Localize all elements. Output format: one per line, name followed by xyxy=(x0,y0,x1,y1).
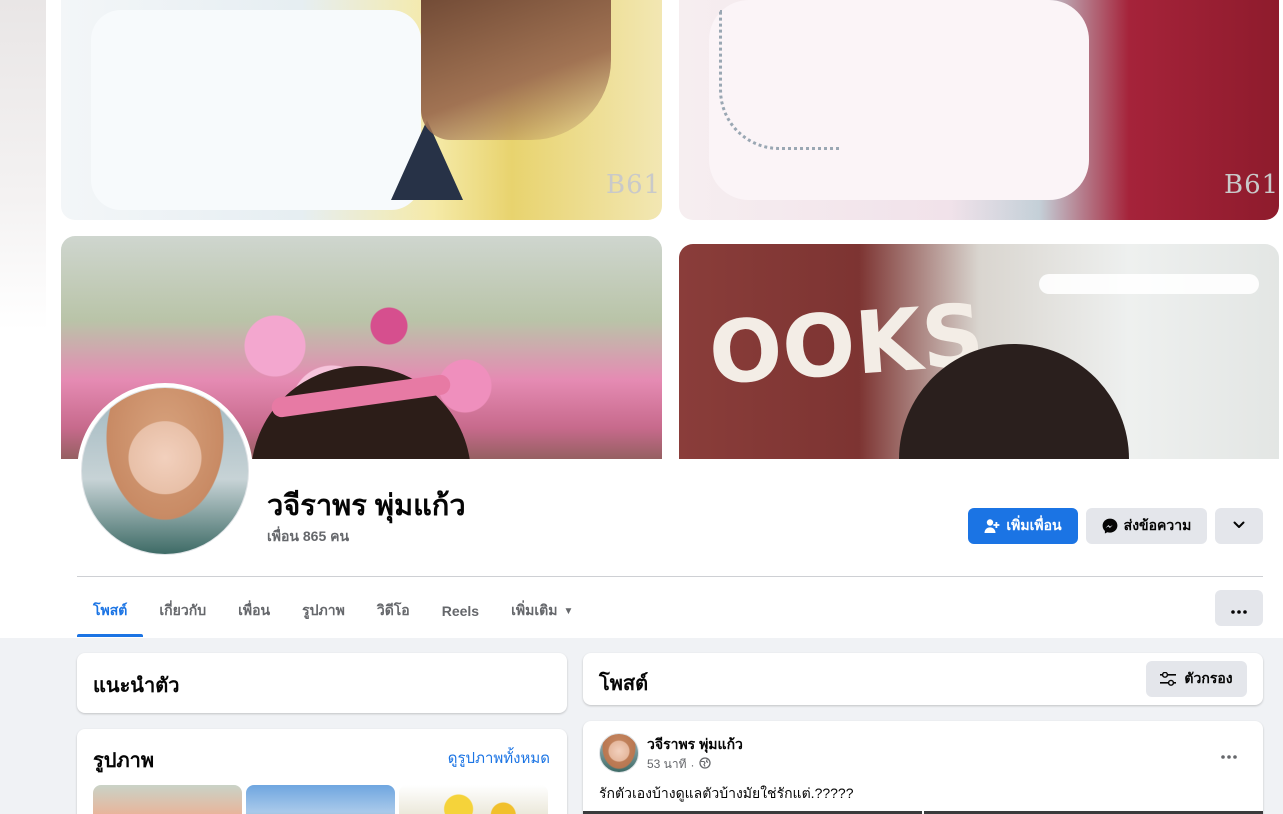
avatar-image xyxy=(81,387,249,555)
tab-about[interactable]: เกี่ยวกับ xyxy=(143,585,222,637)
message-button[interactable]: ส่งข้อความ xyxy=(1086,508,1207,544)
posts-title: โพสต์ xyxy=(599,673,649,695)
profile-options-button[interactable] xyxy=(1215,508,1263,544)
tab-videos[interactable]: วิดีโอ xyxy=(361,585,426,637)
cover-collage-photo: OOKS. xyxy=(679,244,1279,459)
watermark: B612 xyxy=(1224,170,1279,200)
photo-thumbnail[interactable] xyxy=(93,785,242,814)
caret-down-icon: ▼ xyxy=(563,605,574,617)
chevron-down-icon xyxy=(1232,518,1246,535)
add-friend-button[interactable]: เพิ่มเพื่อน xyxy=(968,508,1078,544)
necklace-shape xyxy=(719,10,839,150)
more-horizontal-icon xyxy=(1221,744,1237,763)
profile-header: B612 B612 OOKS. วจีราพร พุ่มแก้ว เพื่อน … xyxy=(0,0,1283,638)
profile-tabs: โพสต์ เกี่ยวกับ เพื่อน รูปภาพ วิดีโอ Ree… xyxy=(77,585,589,637)
tab-reels[interactable]: Reels xyxy=(426,585,495,637)
header-divider xyxy=(77,576,1263,577)
filter-label: ตัวกรอง xyxy=(1184,670,1233,686)
intro-title: แนะนำตัว xyxy=(93,675,180,697)
intro-card: แนะนำตัว xyxy=(77,653,567,713)
add-friend-label: เพิ่มเพื่อน xyxy=(1006,517,1062,533)
friend-count[interactable]: เพื่อน 865 คน xyxy=(267,526,349,548)
tab-label: เพิ่มเติม xyxy=(511,602,558,618)
photo-thumbnail[interactable] xyxy=(246,785,395,814)
watermark: B612 xyxy=(606,170,662,200)
tab-label: วิดีโอ xyxy=(376,602,410,618)
shirt-shape xyxy=(91,10,421,210)
tab-label: เพื่อน xyxy=(238,602,271,618)
tab-photos[interactable]: รูปภาพ xyxy=(286,585,361,637)
post-timestamp[interactable]: 53 นาที xyxy=(647,755,687,774)
profile-name: วจีราพร พุ่มแก้ว xyxy=(267,490,466,522)
see-all-photos-link[interactable]: ดูรูปภาพทั้งหมด xyxy=(448,746,550,770)
tab-label: เกี่ยวกับ xyxy=(159,602,207,618)
post-meta: 53 นาที · xyxy=(647,755,711,774)
more-options-button[interactable] xyxy=(1215,590,1263,626)
tab-posts[interactable]: โพสต์ xyxy=(77,585,144,637)
separator-dot: · xyxy=(690,757,695,772)
globe-icon xyxy=(698,757,711,772)
message-label: ส่งข้อความ xyxy=(1123,517,1192,533)
messenger-icon xyxy=(1102,518,1118,534)
tab-label: โพสต์ xyxy=(93,602,128,618)
post-options-button[interactable] xyxy=(1211,735,1247,771)
more-horizontal-icon xyxy=(1231,599,1247,618)
tab-friends[interactable]: เพื่อน xyxy=(222,585,286,637)
background-fade xyxy=(0,0,46,330)
filter-button[interactable]: ตัวกรอง xyxy=(1146,661,1247,697)
hair-shape xyxy=(421,0,611,140)
post-author-name[interactable]: วจีราพร พุ่มแก้ว xyxy=(647,734,743,756)
post-author-avatar[interactable] xyxy=(599,733,639,773)
ceiling-light-shape xyxy=(1039,274,1259,294)
photo-thumbnail[interactable] xyxy=(399,785,548,814)
photos-card: รูปภาพ ดูรูปภาพทั้งหมด xyxy=(77,729,567,814)
person-add-icon xyxy=(984,518,1000,534)
cover-photo[interactable]: B612 B612 OOKS. xyxy=(46,0,1283,459)
tab-more[interactable]: เพิ่มเติม ▼ xyxy=(495,585,589,637)
post-card: วจีราพร พุ่มแก้ว 53 นาที · รักตัวเองบ้าง… xyxy=(583,721,1263,814)
photos-title: รูปภาพ xyxy=(93,750,155,772)
cover-collage-photo: B612 xyxy=(61,0,662,220)
tab-label: รูปภาพ xyxy=(302,602,345,618)
profile-avatar[interactable] xyxy=(77,383,253,559)
post-text: รักตัวเองบ้างดูแลตัวบ้างมัยใช่รักแต่.???… xyxy=(599,785,854,801)
posts-header-card: โพสต์ ตัวกรอง xyxy=(583,653,1263,705)
tab-label: Reels xyxy=(441,603,480,619)
cover-collage-photo: B612 xyxy=(679,0,1279,220)
filter-sliders-icon xyxy=(1160,672,1177,686)
